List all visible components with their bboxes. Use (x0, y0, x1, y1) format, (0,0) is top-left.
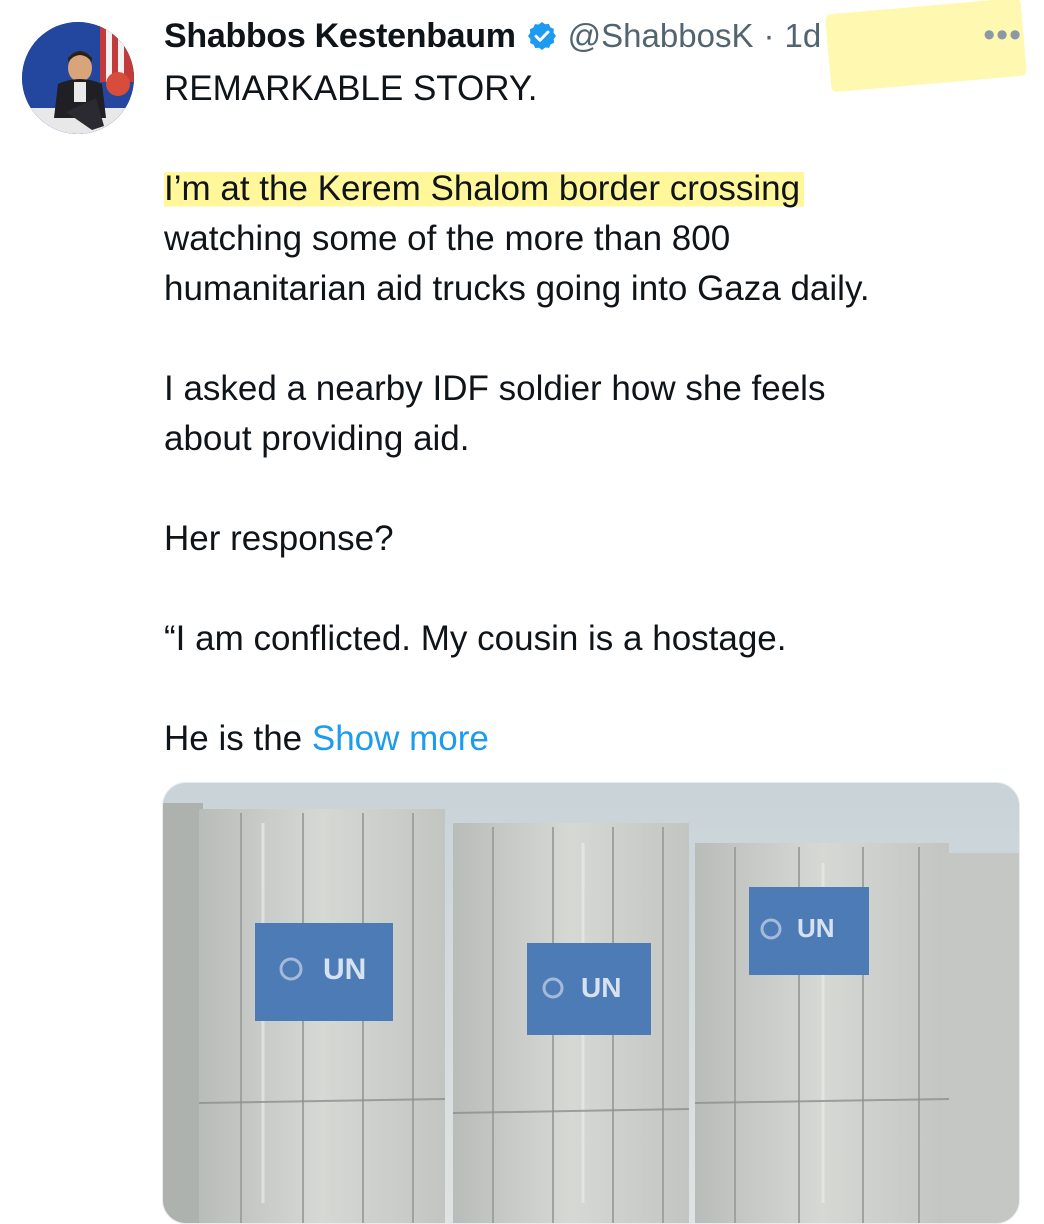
text-gap (164, 664, 1004, 714)
handle-separator: · (763, 17, 775, 54)
text-line: about providing aid. (164, 419, 470, 458)
truncated-text: He is the (164, 719, 303, 758)
text-line-last: He is the Show more (164, 714, 1004, 764)
text-line: I asked a nearby IDF soldier how she fee… (164, 369, 826, 408)
avatar[interactable] (22, 22, 134, 134)
text-gap (164, 314, 1004, 364)
tweet-text: REMARKABLE STORY. I’m at the Kerem Shalo… (164, 64, 1004, 764)
un-sign-label: UN (797, 913, 835, 943)
un-sign-label: UN (323, 953, 366, 986)
verified-badge-icon (526, 20, 558, 52)
text-line: REMARKABLE STORY. (164, 69, 538, 108)
tweet-header: Shabbos Kestenbaum @ShabbosK · 1d (164, 12, 1020, 60)
text-line: humanitarian aid trucks going into Gaza … (164, 269, 870, 308)
un-sign-label: UN (581, 972, 621, 1003)
highlighted-text: I’m at the Kerem Shalom border crossing (164, 169, 805, 208)
avatar-photo (22, 22, 134, 134)
text-line: Her response? (164, 519, 394, 558)
text-line: watching some of the more than 800 (164, 219, 731, 258)
text-gap (164, 464, 1004, 514)
tweet-media-image[interactable]: UN UN UN (162, 782, 1020, 1224)
text-gap (164, 564, 1004, 614)
author-handle[interactable]: @ShabbosK (568, 17, 754, 55)
text-line: “I am conflicted. My cousin is a hostage… (164, 619, 787, 658)
text-gap (164, 114, 1004, 164)
text-line-highlighted: I’m at the Kerem Shalom border crossing (164, 164, 1004, 214)
timestamp[interactable]: 1d (784, 17, 821, 55)
more-options-icon[interactable]: ••• (983, 18, 1022, 52)
author-name[interactable]: Shabbos Kestenbaum (164, 17, 516, 56)
show-more-link[interactable]: Show more (312, 719, 489, 758)
aid-pallets-photo: UN UN UN (163, 783, 1019, 1223)
